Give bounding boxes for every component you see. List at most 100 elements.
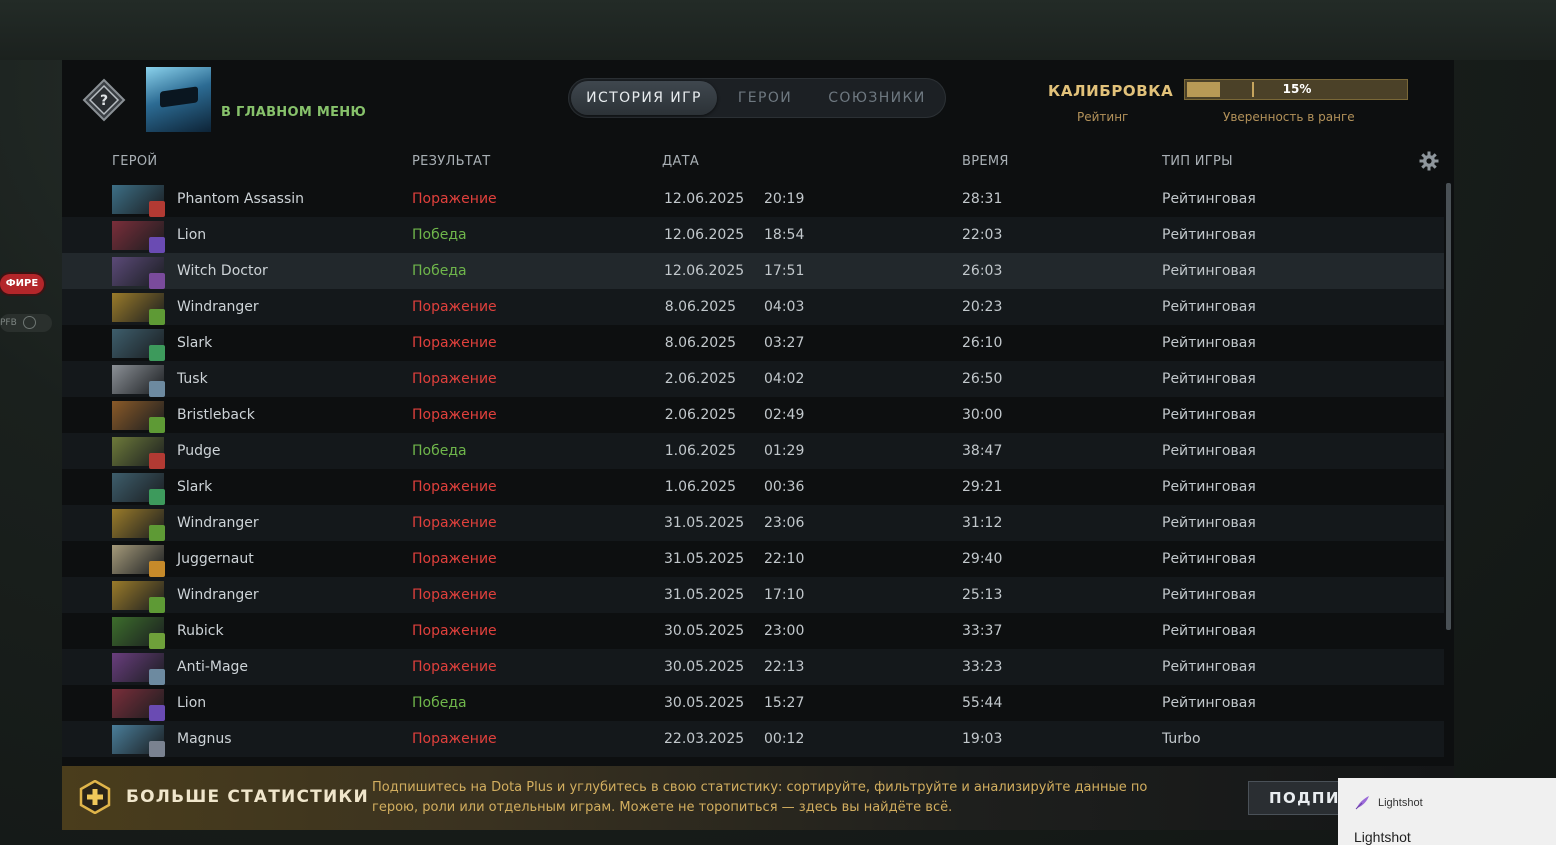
match-result: Победа [412,695,467,711]
role-icon [149,417,165,433]
match-duration: 33:23 [962,659,1003,675]
rank-uncalibrated-icon[interactable]: ? [80,76,128,124]
match-result: Поражение [412,731,497,747]
column-result: РЕЗУЛЬТАТ [412,154,491,169]
role-icon [149,633,165,649]
match-result: Поражение [412,299,497,315]
column-duration: ВРЕМЯ [962,154,1009,169]
side-live-badge[interactable]: ФИРЕ [0,274,44,294]
match-date: 1.06.2025 [664,479,736,495]
tab-match-history[interactable]: ИСТОРИЯ ИГР [571,81,717,115]
match-result: Поражение [412,191,497,207]
game-mode: Turbo [1162,731,1201,747]
match-date: 8.06.2025 [664,335,736,351]
match-row[interactable]: Rubick Поражение 30.05.2025 23:00 33:37 Рейти… [62,613,1444,649]
role-icon [149,237,165,253]
match-result: Поражение [412,623,497,639]
match-row[interactable]: Bristleback Поражение 2.06.2025 02:49 30:00 Р… [62,397,1444,433]
match-duration: 28:31 [962,191,1003,207]
match-duration: 29:40 [962,551,1003,567]
game-mode: Рейтинговая [1162,263,1256,279]
match-start-time: 23:00 [764,623,805,639]
match-row[interactable]: Witch Doctor Победа 12.06.2025 17:51 26:03 Ре… [62,253,1444,289]
hero-name: Anti-Mage [177,659,249,675]
match-duration: 22:03 [962,227,1003,243]
hero-name: Witch Doctor [177,263,268,279]
match-row[interactable]: Slark Поражение 8.06.2025 03:27 26:10 Рейтинг… [62,325,1444,361]
match-row[interactable]: Windranger Поражение 31.05.2025 17:10 25:13 Р… [62,577,1444,613]
hero-name: Tusk [177,371,208,387]
match-row[interactable]: Lion Победа 12.06.2025 18:54 22:03 Рейтингова… [62,217,1444,253]
match-row[interactable]: Magnus Поражение 22.03.2025 00:12 19:03 Turbo [62,721,1444,757]
match-start-time: 22:10 [764,551,805,567]
match-row[interactable]: Slark Поражение 1.06.2025 00:36 29:21 Рейтинг… [62,469,1444,505]
match-row[interactable]: Juggernaut Поражение 31.05.2025 22:10 29:40 Р… [62,541,1444,577]
player-avatar[interactable] [146,67,211,132]
hero-name: Slark [177,335,213,351]
role-icon [149,597,165,613]
scrollbar[interactable] [1446,183,1451,630]
dota-plus-icon [79,780,111,814]
profile-header: ? В ГЛАВНОМ МЕНЮ ИСТОРИЯ ИГР ГЕРОИ СОЮЗН… [62,60,1454,148]
match-date: 22.03.2025 [664,731,745,747]
role-icon [149,345,165,361]
match-date: 12.06.2025 [664,227,745,243]
match-row[interactable]: Pudge Победа 1.06.2025 01:29 38:47 Рейтингова… [62,433,1444,469]
column-mode: ТИП ИГРЫ [1162,154,1233,169]
match-result: Победа [412,227,467,243]
match-start-time: 23:06 [764,515,805,531]
column-hero: ГЕРОЙ [112,154,158,169]
eye-icon [22,316,36,329]
match-row[interactable]: Phantom Assassin Поражение 12.06.2025 20:19… [62,181,1444,217]
match-result: Поражение [412,659,497,675]
match-duration: 33:37 [962,623,1003,639]
gear-icon[interactable] [1419,151,1439,171]
match-date: 8.06.2025 [664,299,736,315]
match-duration: 20:23 [962,299,1003,315]
match-result: Поражение [412,479,497,495]
game-mode: Рейтинговая [1162,659,1256,675]
match-row[interactable]: Tusk Поражение 2.06.2025 04:02 26:50 Рейтинго… [62,361,1444,397]
tab-allies[interactable]: СОЮЗНИКИ [816,81,938,115]
hero-name: Slark [177,479,213,495]
role-icon [149,309,165,325]
main-menu-link[interactable]: В ГЛАВНОМ МЕНЮ [221,105,366,120]
role-icon [149,669,165,685]
match-duration: 30:00 [962,407,1003,423]
match-result: Поражение [412,407,497,423]
game-mode: Рейтинговая [1162,371,1256,387]
hero-name: Magnus [177,731,232,747]
role-icon [149,705,165,721]
match-row[interactable]: Lion Победа 30.05.2025 15:27 55:44 Рейтингова… [62,685,1444,721]
tab-heroes[interactable]: ГЕРОИ [722,81,808,115]
svg-text:?: ? [100,93,108,109]
match-date: 30.05.2025 [664,623,745,639]
match-start-time: 01:29 [764,443,805,459]
role-icon [149,525,165,541]
hero-name: Lion [177,227,207,243]
match-result: Поражение [412,587,497,603]
match-result: Победа [412,443,467,459]
match-start-time: 00:12 [764,731,805,747]
promo-title: БОЛЬШЕ СТАТИСТИКИ [126,787,369,807]
lightshot-title: Lightshot [1354,829,1411,845]
promo-text: Подпишитесь на Dota Plus и углубитесь в … [372,780,1148,815]
match-duration: 55:44 [962,695,1003,711]
role-icon [149,561,165,577]
lightshot-popup[interactable]: Lightshot Lightshot [1338,778,1556,845]
side-stream-badge[interactable]: PFB [0,314,52,332]
match-duration: 26:50 [962,371,1003,387]
match-result: Поражение [412,551,497,567]
match-row[interactable]: Windranger Поражение 8.06.2025 04:03 20:23 Ре… [62,289,1444,325]
role-icon [149,201,165,217]
match-duration: 26:03 [962,263,1003,279]
lightshot-label: Lightshot [1378,797,1423,809]
dota-plus-promo: БОЛЬШЕ СТАТИСТИКИ Подпишитесь на Dota Pl… [62,766,1454,830]
match-date: 31.05.2025 [664,551,745,567]
game-mode: Рейтинговая [1162,443,1256,459]
feather-icon [1355,796,1369,810]
match-row[interactable]: Anti-Mage Поражение 30.05.2025 22:13 33:23 Ре… [62,649,1444,685]
match-row[interactable]: Windranger Поражение 31.05.2025 23:06 31:12 Р… [62,505,1444,541]
confidence-label: Уверенность в ранге [1223,110,1355,124]
hero-name: Windranger [177,299,259,315]
